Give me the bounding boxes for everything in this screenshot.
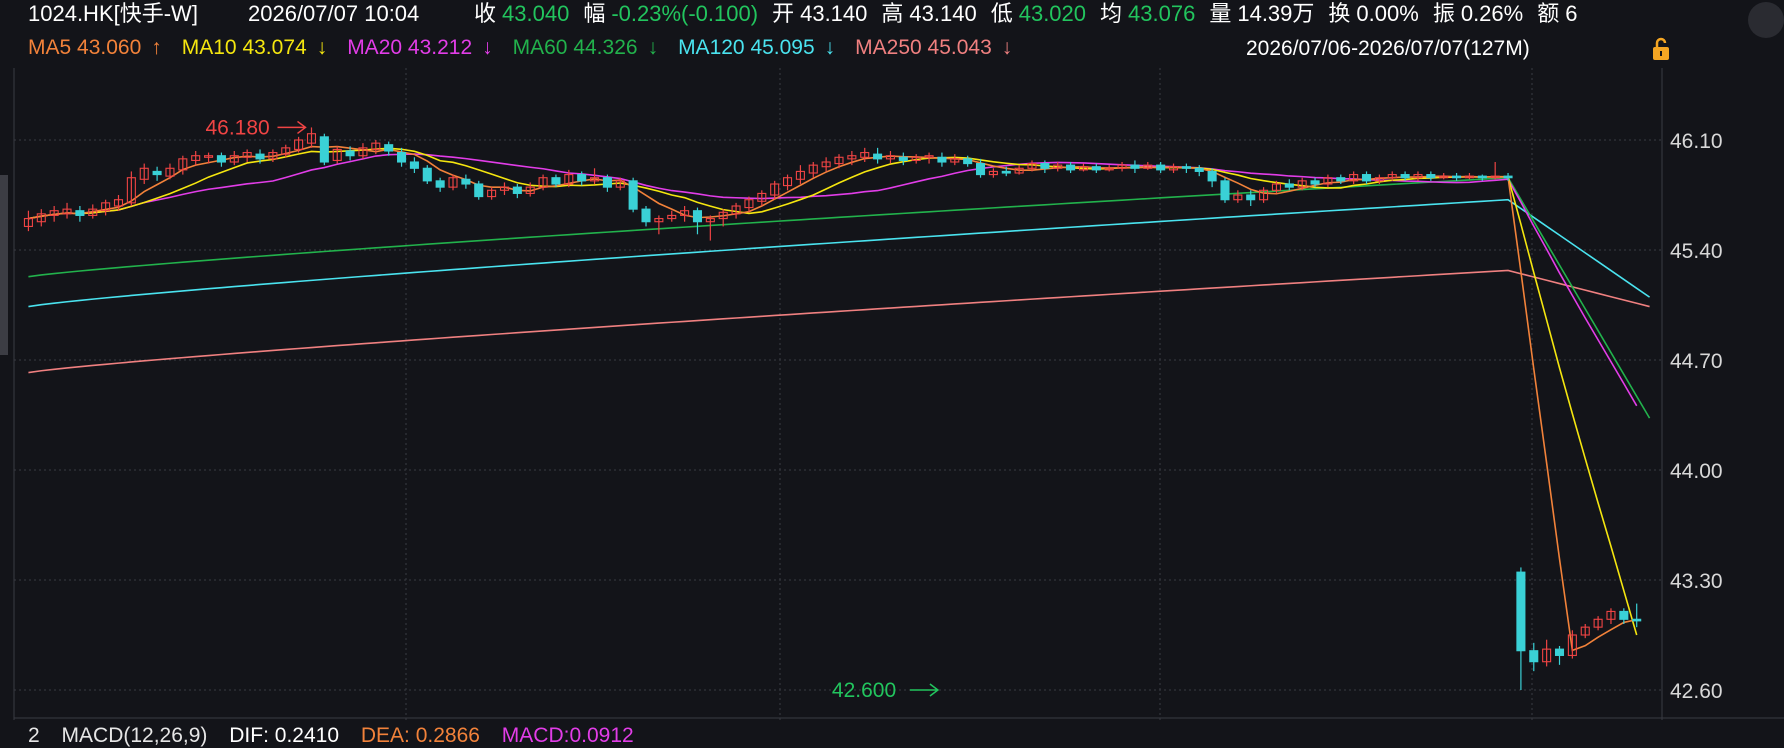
y-tick-label: 46.10 xyxy=(1670,130,1723,153)
macd-dea: DEA: 0.2866 xyxy=(360,724,480,747)
ma10-line xyxy=(28,147,1638,636)
candle-body xyxy=(873,153,883,160)
candle-body xyxy=(1361,174,1372,182)
candle-body xyxy=(397,152,407,163)
candle-body xyxy=(461,178,471,185)
candle-body xyxy=(319,136,329,163)
candle-body xyxy=(1207,170,1217,182)
candle-body xyxy=(255,153,265,160)
candle-body xyxy=(628,180,638,210)
y-tick-label: 44.00 xyxy=(1670,460,1723,483)
candle-body xyxy=(602,177,612,188)
y-tick-label: 43.30 xyxy=(1670,570,1723,593)
low-price-label: 42.600 xyxy=(832,679,896,702)
candle-body xyxy=(75,210,85,216)
candle-body xyxy=(474,183,484,198)
candle-body xyxy=(963,158,973,165)
candle-body xyxy=(1001,170,1011,174)
candle-body xyxy=(1194,167,1204,172)
low-arrow-icon xyxy=(909,683,940,697)
candle-body xyxy=(1400,174,1410,179)
candle-body xyxy=(152,170,162,176)
candlestick-chart[interactable]: 46.10 45.40 44.70 44.00 43.30 42.60 46.180 42.6… xyxy=(0,0,1784,740)
candle-body xyxy=(1066,164,1076,171)
macd-index: 2 xyxy=(28,724,40,747)
candle-body xyxy=(216,155,226,163)
candle-body xyxy=(1503,175,1513,179)
candle-body xyxy=(1632,618,1642,622)
candle-body xyxy=(641,208,651,223)
high-price-label: 46.180 xyxy=(205,116,269,139)
ma120-line xyxy=(28,198,1651,308)
macd-label: MACD(12,26,9) xyxy=(61,724,208,747)
candle-body xyxy=(384,144,394,152)
ma5-line xyxy=(28,145,1637,652)
candle-body xyxy=(1426,174,1436,179)
candle-body xyxy=(1619,610,1629,620)
ma250-line xyxy=(28,269,1650,374)
candle-body xyxy=(435,180,445,188)
candle-body xyxy=(1310,180,1320,185)
candle-body xyxy=(898,156,908,161)
candle-body xyxy=(345,150,355,157)
candle-body xyxy=(975,163,986,176)
y-tick-label: 45.40 xyxy=(1670,240,1723,263)
candle-body xyxy=(422,167,432,182)
candle-body xyxy=(1181,166,1191,169)
candle-body xyxy=(1452,175,1462,179)
candle-body xyxy=(937,156,947,163)
candle-body xyxy=(1336,177,1346,182)
candle-body xyxy=(1554,648,1565,656)
ma60-line xyxy=(28,176,1651,419)
candle-body xyxy=(1130,164,1140,169)
candle-body xyxy=(1477,175,1487,179)
candle-body xyxy=(1220,180,1230,201)
candle-body xyxy=(409,161,419,169)
candle-body xyxy=(577,174,587,182)
candle-body xyxy=(1091,166,1101,171)
candle-body xyxy=(1284,183,1294,188)
macd-dif: DIF: 0.2410 xyxy=(229,724,339,747)
candle-body xyxy=(1529,650,1539,663)
ma20-line xyxy=(28,153,1638,407)
y-tick-label: 42.60 xyxy=(1670,680,1723,703)
high-arrow-icon xyxy=(277,120,307,135)
macd-value: MACD:0.0912 xyxy=(501,724,634,747)
candle-body xyxy=(1156,164,1166,171)
y-tick-label: 44.70 xyxy=(1670,350,1723,373)
candle-body xyxy=(1246,194,1256,201)
candle-body xyxy=(1040,163,1050,169)
candle-body xyxy=(692,210,703,223)
macd-legend: 2 MACD(12,26,9) DIF: 0.2410 DEA: 0.2866 … xyxy=(28,724,650,748)
candle-body xyxy=(551,177,561,185)
candle-body xyxy=(512,186,522,194)
candle-body xyxy=(1516,571,1526,652)
